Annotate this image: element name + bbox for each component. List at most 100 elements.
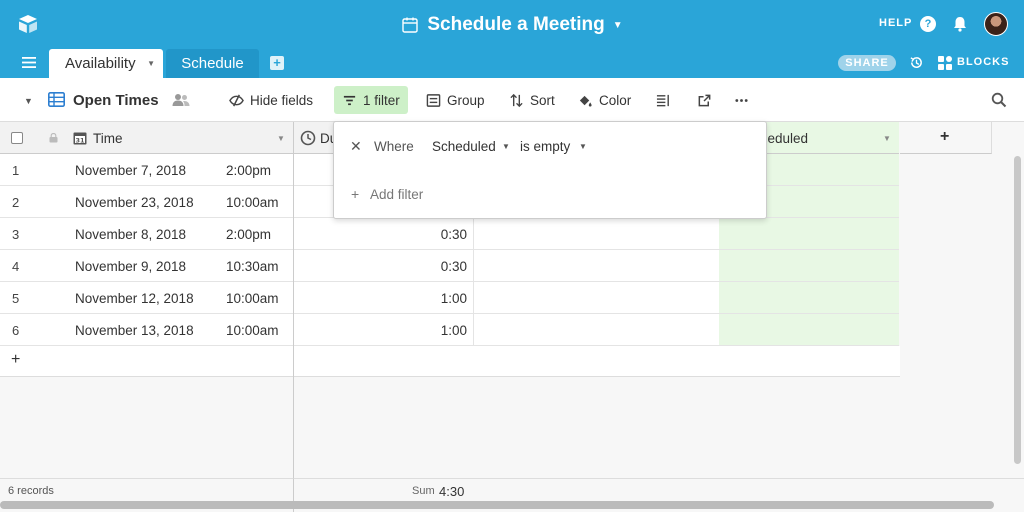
tab-label: Schedule: [181, 55, 244, 72]
cell-duration[interactable]: 1:00: [414, 323, 467, 338]
cell-time[interactable]: 10:00am: [226, 291, 279, 306]
grid-view-icon: [48, 92, 65, 107]
filter-label: 1 filter: [363, 92, 400, 108]
group-icon: [426, 93, 441, 107]
people-icon[interactable]: [172, 93, 190, 107]
grid-header-left: 31 Time ▼: [0, 122, 293, 154]
sum-value: 4:30: [439, 484, 465, 499]
add-table-icon[interactable]: +: [270, 56, 284, 70]
search-icon[interactable]: [991, 92, 1007, 108]
more-options-button[interactable]: [726, 86, 757, 114]
base-title[interactable]: Schedule a Meeting: [427, 14, 604, 36]
history-icon[interactable]: [909, 55, 924, 70]
cell-duration[interactable]: 1:00: [414, 291, 467, 306]
table-row[interactable]: 1 November 7, 2018 2:00pm: [0, 154, 293, 186]
tab-schedule[interactable]: Schedule: [166, 49, 259, 78]
cell-date[interactable]: November 7, 2018: [75, 163, 186, 178]
add-filter-icon[interactable]: +: [351, 186, 359, 202]
cell-scheduled[interactable]: [719, 250, 899, 281]
sum-label[interactable]: Sum: [412, 485, 435, 497]
cell-time[interactable]: 10:00am: [226, 195, 279, 210]
cell-time[interactable]: 10:00am: [226, 323, 279, 338]
row-number: 1: [12, 163, 20, 178]
table-row[interactable]: 1:00: [294, 282, 899, 314]
chevron-down-icon[interactable]: ▼: [883, 134, 891, 143]
cell-time[interactable]: 2:00pm: [226, 227, 271, 242]
table-row[interactable]: 6 November 13, 2018 10:00am: [0, 314, 293, 346]
filter-field-select[interactable]: Scheduled: [432, 139, 496, 154]
table-row[interactable]: 5 November 12, 2018 10:00am: [0, 282, 293, 314]
add-filter-button[interactable]: Add filter: [370, 187, 423, 202]
views-toggle-icon[interactable]: ▼: [24, 96, 33, 106]
cell-divider: [473, 282, 474, 314]
cell-duration[interactable]: 0:30: [414, 227, 467, 242]
filter-operator-select[interactable]: is empty: [520, 139, 570, 154]
top-bar: Schedule a Meeting ▼ HELP ?: [0, 0, 1024, 48]
cell-date[interactable]: November 8, 2018: [75, 227, 186, 242]
table-row[interactable]: 1:00: [294, 314, 899, 346]
cell-date[interactable]: November 23, 2018: [75, 195, 194, 210]
share-view-button[interactable]: [689, 86, 720, 114]
grid-frozen-pane: 31 Time ▼ 1 November 7, 2018 2:00pm 2 Novemb…: [0, 122, 294, 478]
group-label: Group: [447, 92, 485, 108]
row-number: 3: [12, 227, 20, 242]
table-row[interactable]: 3 November 8, 2018 2:00pm: [0, 218, 293, 250]
sort-button[interactable]: Sort: [501, 86, 563, 114]
chevron-down-icon[interactable]: ▼: [579, 142, 587, 151]
bell-icon[interactable]: [951, 15, 969, 33]
cell-divider: [473, 250, 474, 282]
date-field-icon: 31: [73, 132, 87, 145]
avatar[interactable]: [984, 12, 1008, 36]
cell-scheduled[interactable]: [719, 218, 899, 249]
vertical-scrollbar[interactable]: [1014, 156, 1021, 464]
base-title-wrap[interactable]: Schedule a Meeting ▼: [0, 12, 1024, 38]
chevron-down-icon[interactable]: ▼: [502, 142, 510, 151]
add-record-row-right[interactable]: [294, 346, 900, 377]
duration-field-icon: [300, 130, 316, 146]
row-height-button[interactable]: [648, 86, 679, 114]
cell-date[interactable]: November 12, 2018: [75, 291, 194, 306]
help-link[interactable]: HELP: [879, 17, 912, 29]
hide-fields-label: Hide fields: [250, 92, 314, 108]
tab-availability[interactable]: Availability ▼: [49, 49, 163, 78]
cell-scheduled[interactable]: [719, 314, 899, 345]
table-row[interactable]: 2 November 23, 2018 10:00am: [0, 186, 293, 218]
view-toolbar: ▼ Open Times Hide fields 1 filter Group …: [0, 78, 1024, 122]
cell-time[interactable]: 10:30am: [226, 259, 279, 274]
sort-icon: [510, 93, 523, 107]
cell-duration[interactable]: 0:30: [414, 259, 467, 274]
table-row[interactable]: 0:30: [294, 218, 899, 250]
row-number: 2: [12, 195, 20, 210]
hamburger-menu-icon[interactable]: [22, 57, 36, 68]
add-record-icon[interactable]: +: [11, 351, 20, 369]
cell-date[interactable]: November 9, 2018: [75, 259, 186, 274]
add-record-row[interactable]: +: [0, 346, 293, 377]
blocks-icon[interactable]: [938, 56, 952, 70]
share-button[interactable]: SHARE: [838, 55, 896, 71]
column-header-scheduled-label: heduled: [760, 131, 809, 146]
table-row[interactable]: 0:30: [294, 250, 899, 282]
add-field-button[interactable]: +: [900, 122, 992, 154]
column-header-time[interactable]: Time: [93, 131, 123, 146]
remove-filter-icon[interactable]: ✕: [350, 138, 362, 155]
help-icon[interactable]: ?: [920, 16, 936, 32]
filter-button[interactable]: 1 filter: [334, 86, 408, 114]
chevron-down-icon[interactable]: ▼: [613, 20, 623, 31]
row-number: 6: [12, 323, 20, 338]
cell-time[interactable]: 2:00pm: [226, 163, 271, 178]
color-button[interactable]: Color: [570, 86, 639, 114]
blocks-button[interactable]: BLOCKS: [957, 56, 1009, 68]
cell-date[interactable]: November 13, 2018: [75, 323, 194, 338]
view-name[interactable]: Open Times: [73, 92, 159, 109]
horizontal-scrollbar[interactable]: [0, 501, 994, 509]
select-all-checkbox[interactable]: [11, 132, 23, 144]
chevron-down-icon[interactable]: ▼: [147, 59, 155, 68]
add-field-icon[interactable]: +: [940, 128, 949, 146]
table-row[interactable]: 4 November 9, 2018 10:30am: [0, 250, 293, 282]
eye-slash-icon: [229, 94, 244, 106]
group-button[interactable]: Group: [418, 86, 493, 114]
chevron-down-icon[interactable]: ▼: [277, 134, 285, 143]
hide-fields-button[interactable]: Hide fields: [221, 86, 321, 114]
cell-scheduled[interactable]: [719, 282, 899, 313]
svg-text:31: 31: [75, 137, 85, 145]
